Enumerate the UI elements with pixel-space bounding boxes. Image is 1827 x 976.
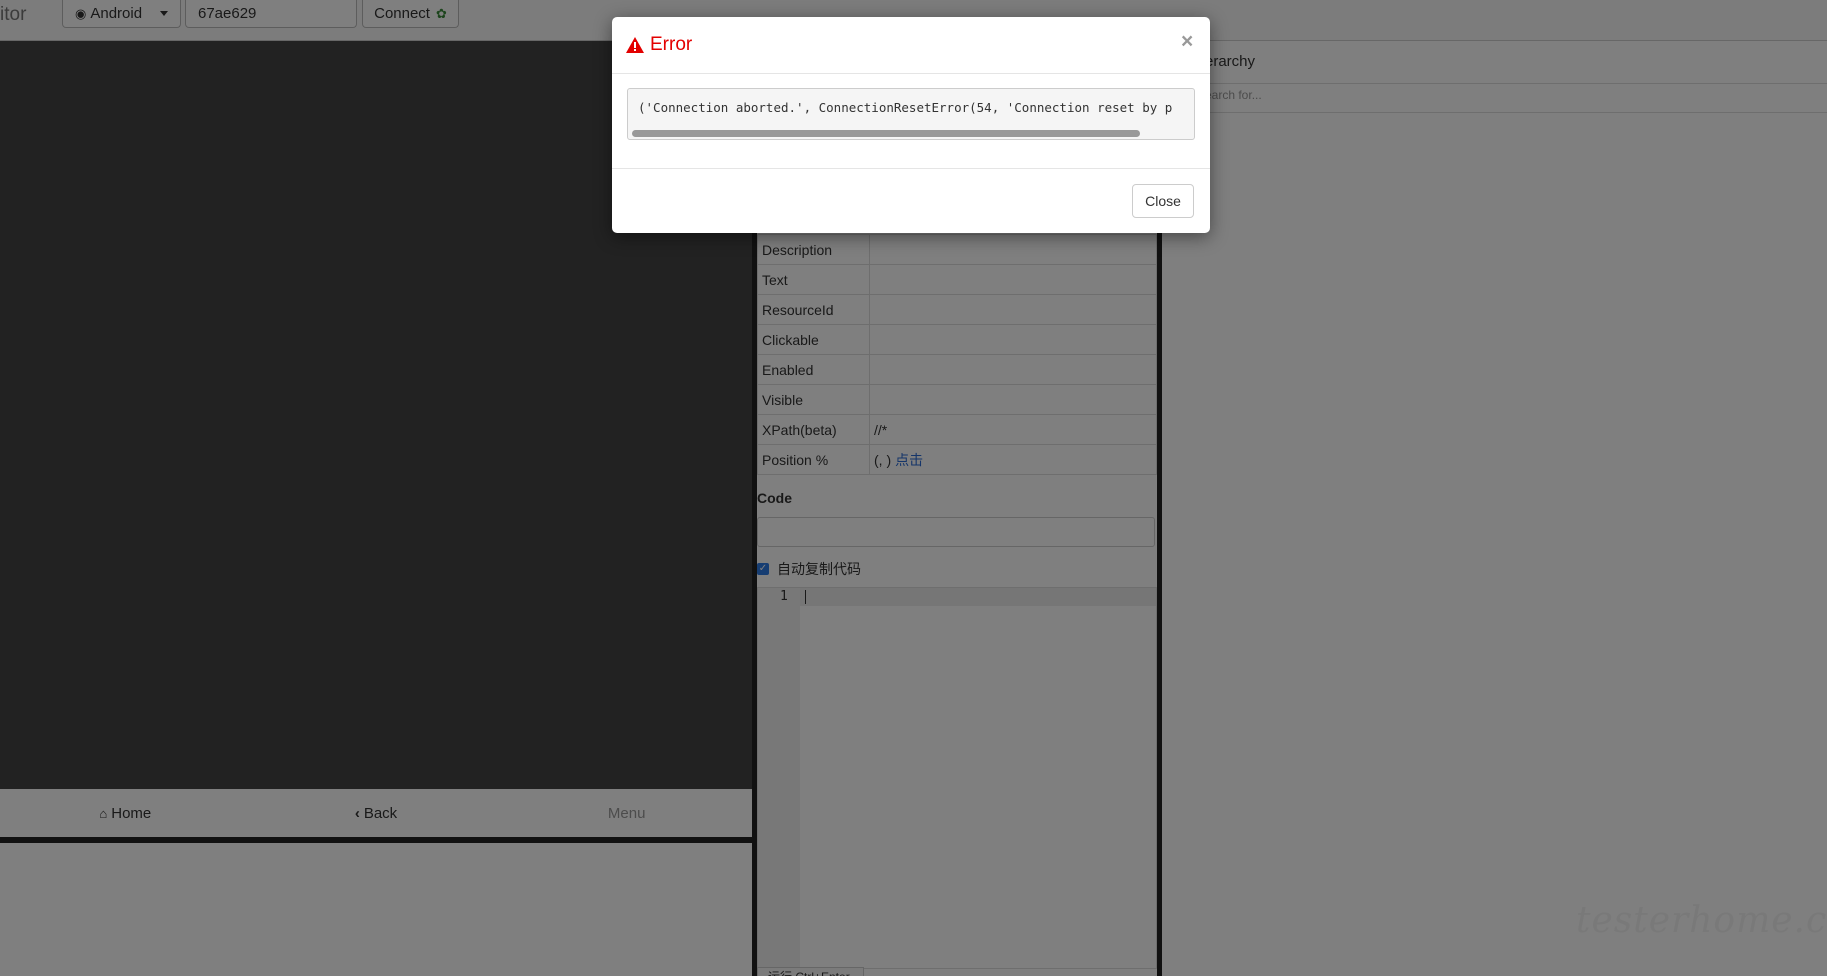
error-message-box[interactable]: ('Connection aborted.', ConnectionResetE… <box>627 88 1195 140</box>
warning-icon <box>626 37 644 53</box>
horizontal-scrollbar[interactable] <box>632 130 1140 137</box>
modal-footer: Close <box>612 168 1210 233</box>
close-button[interactable]: Close <box>1132 184 1194 218</box>
modal-title: Error <box>626 34 692 56</box>
modal-title-text: Error <box>650 34 693 55</box>
error-modal: Error × ('Connection aborted.', Connecti… <box>612 17 1210 233</box>
modal-header: Error × <box>612 17 1210 74</box>
close-icon[interactable]: × <box>1181 30 1193 54</box>
error-message: ('Connection aborted.', ConnectionResetE… <box>638 100 1173 115</box>
